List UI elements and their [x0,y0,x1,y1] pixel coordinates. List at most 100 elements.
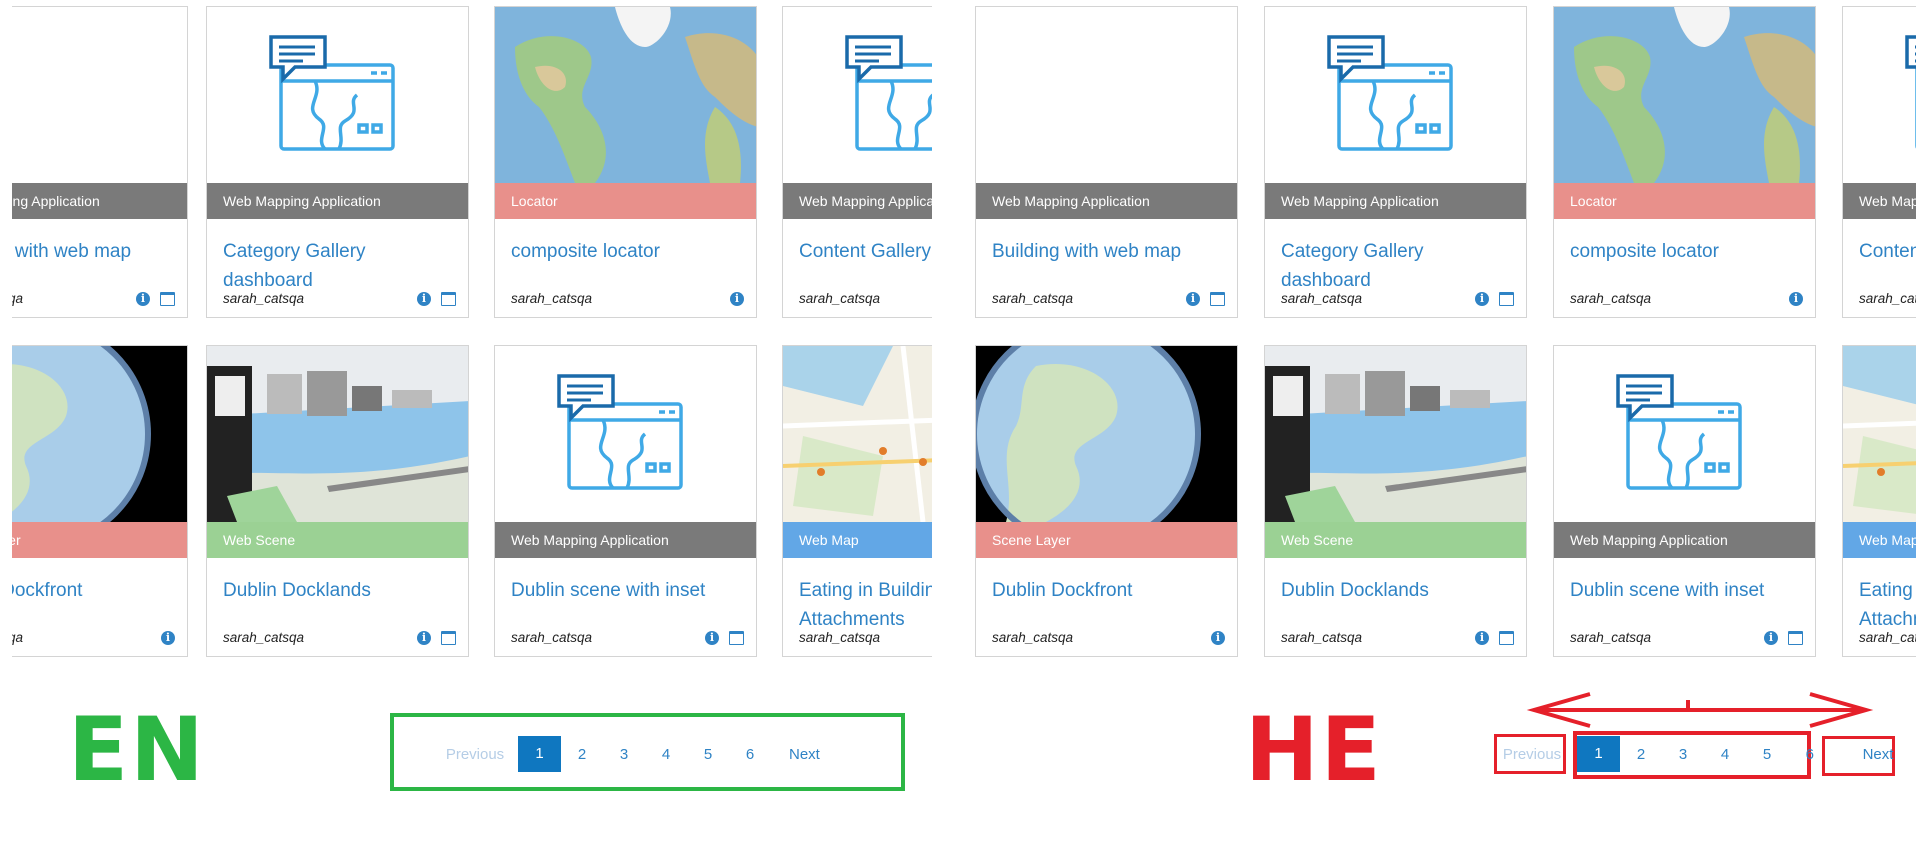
item-card[interactable]: Web Mapping Application Content Gallery sa… [1842,6,1916,318]
info-icon[interactable]: i [417,292,431,306]
info-icon[interactable]: i [705,631,719,645]
page-5-button[interactable]: 5 [687,746,729,763]
previous-button[interactable]: Previous [1500,746,1564,763]
item-type-label: Web Mapping Application [1265,183,1526,219]
open-app-icon[interactable] [729,631,744,645]
page-6-button[interactable]: 6 [729,746,771,763]
open-app-icon[interactable] [1788,631,1803,645]
page-6-button[interactable]: 6 [1788,746,1814,763]
item-card[interactable]: Web Mapping Application Building with web… [12,6,188,318]
next-button[interactable]: Next [1851,746,1905,763]
item-title-link[interactable]: Dublin Docklands [1281,576,1513,605]
page-1-button[interactable]: 1 [518,736,561,772]
item-thumbnail[interactable] [207,7,468,183]
he-pagination: Previous 1 2 3 4 5 6 Next [1500,736,1905,772]
info-icon[interactable]: i [1475,292,1489,306]
page-2-button[interactable]: 2 [1620,746,1662,763]
page-3-button[interactable]: 3 [603,746,645,763]
item-thumbnail[interactable] [1265,7,1526,183]
item-actions: i [136,292,175,306]
item-title-link[interactable]: Building with web map [12,237,174,266]
en-pagination: Previous 1 2 3 4 5 6 Next [440,736,820,772]
previous-button[interactable]: Previous [440,746,510,763]
item-title-link[interactable]: Content Gallery [1859,237,1916,266]
item-title-link[interactable]: Category Gallery dashboard [1281,237,1513,295]
item-type-label: Web Mapping Application [1843,183,1916,219]
item-card[interactable]: Web Scene Dublin Docklands sarah_catsqa i [1264,345,1527,657]
item-card[interactable]: Web Scene Dublin Docklands sarah_catsqa i [206,345,469,657]
item-card[interactable]: Scene Layer Dublin Dockfront sarah_catsqa i [12,345,188,657]
item-card[interactable]: Web Mapping Application Dublin scene with… [1553,345,1816,657]
open-app-icon[interactable] [1499,631,1514,645]
item-owner: sarah_catsqa [799,291,881,306]
page-3-button[interactable]: 3 [1662,746,1704,763]
item-thumbnail[interactable] [976,346,1237,522]
item-title-link[interactable]: Dublin scene with inset [1570,576,1802,605]
item-title-link[interactable]: Eating in Building Attachments [1859,576,1916,634]
item-owner: sarah_catsqa [799,630,881,645]
item-card[interactable]: Locator composite locator sarah_catsqa i [1553,6,1816,318]
page-1-button[interactable]: 1 [1577,736,1620,772]
item-type-label: Web Mapping Application [12,183,187,219]
item-thumbnail[interactable] [207,346,468,522]
item-title-link[interactable]: Eating in Building Attachments [799,576,932,634]
item-title-link[interactable]: Category Gallery dashboard [223,237,455,295]
item-thumbnail[interactable] [1265,346,1526,522]
open-app-icon[interactable] [441,292,456,306]
item-type-label: Web Mapping Application [207,183,468,219]
item-card[interactable]: Web Mapping Application Category Gallery … [1264,6,1527,318]
item-card[interactable]: Web Mapping Application Category Gallery … [206,6,469,318]
item-thumbnail[interactable] [1843,346,1916,522]
info-icon[interactable]: i [161,631,175,645]
item-thumbnail[interactable] [1843,7,1916,183]
page-4-button[interactable]: 4 [645,746,687,763]
item-title-link[interactable]: composite locator [1570,237,1802,266]
info-icon[interactable]: i [730,292,744,306]
item-owner: sarah_catsqa [12,630,24,645]
item-owner: sarah_catsqa [992,630,1074,645]
item-title-link[interactable]: Dublin Docklands [223,576,455,605]
info-icon[interactable]: i [1475,631,1489,645]
item-actions: i [1764,631,1803,645]
item-title-link[interactable]: Dublin Dockfront [12,576,174,605]
info-icon[interactable]: i [417,631,431,645]
info-icon[interactable]: i [1186,292,1200,306]
item-thumbnail[interactable] [495,7,756,183]
item-thumbnail[interactable] [12,346,187,522]
item-type-label: Web Mapping Application [783,183,932,219]
item-thumbnail[interactable] [783,7,932,183]
item-title-link[interactable]: Building with web map [992,237,1224,266]
info-icon[interactable]: i [1764,631,1778,645]
item-card[interactable]: Web Mapping Application Dublin scene with… [494,345,757,657]
info-icon[interactable]: i [136,292,150,306]
item-card[interactable]: Web Mapping Application Building with web… [975,6,1238,318]
item-thumbnail[interactable] [1554,346,1815,522]
page-2-button[interactable]: 2 [561,746,603,763]
info-icon[interactable]: i [1789,292,1803,306]
item-title-link[interactable]: Dublin Dockfront [992,576,1224,605]
open-app-icon[interactable] [1210,292,1225,306]
item-type-label: Web Map [1843,522,1916,558]
item-card[interactable]: Web Map Eating in Building Attachmentssar… [782,345,932,657]
info-icon[interactable]: i [1211,631,1225,645]
item-title-link[interactable]: composite locator [511,237,743,266]
open-app-icon[interactable] [1499,292,1514,306]
item-owner: sarah_catsqa [992,291,1074,306]
open-app-icon[interactable] [441,631,456,645]
open-app-icon[interactable] [160,292,175,306]
next-button[interactable]: Next [789,746,820,763]
page-4-button[interactable]: 4 [1704,746,1746,763]
item-card[interactable]: Locator composite locator sarah_catsqa i [494,6,757,318]
item-card[interactable]: Scene Layer Dublin Dockfront sarah_catsqa i [975,345,1238,657]
en-language-label: EN [68,698,206,801]
item-title-link[interactable]: Dublin scene with inset [511,576,743,605]
item-title-link[interactable]: Content Gallery [799,237,932,266]
item-thumbnail[interactable] [495,346,756,522]
item-card[interactable]: Web Map Eating in Building Attachmentssar… [1842,345,1916,657]
item-thumbnail[interactable] [976,7,1237,183]
item-thumbnail[interactable] [12,7,187,183]
page-5-button[interactable]: 5 [1746,746,1788,763]
item-thumbnail[interactable] [1554,7,1815,183]
item-card[interactable]: Web Mapping Application Content Gallery sa… [782,6,932,318]
item-thumbnail[interactable] [783,346,932,522]
